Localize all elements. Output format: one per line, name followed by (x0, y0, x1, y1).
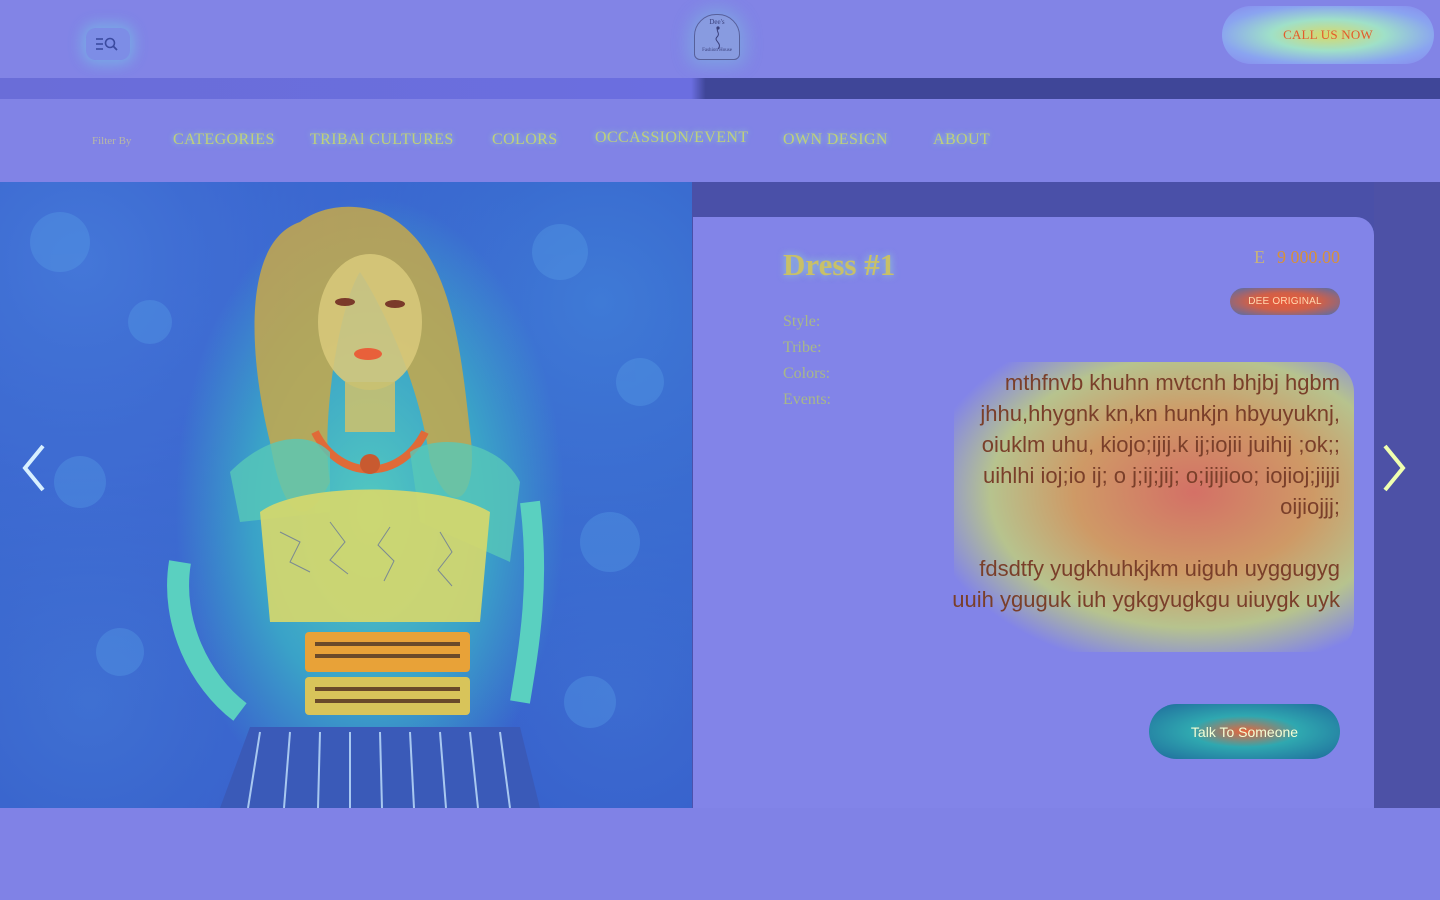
chevron-left-icon (22, 444, 45, 492)
product-description: mthfnvb khuhn mvtcnh bhjbj hgbm jhhu,hhy… (950, 367, 1340, 646)
product-title: Dress #1 (783, 247, 896, 282)
site-logo[interactable]: Dee's Fashion House (694, 14, 740, 60)
page-footer (0, 808, 1440, 900)
logo-figure-icon (715, 26, 720, 50)
nav-own-design[interactable]: OWN DESIGN (779, 129, 892, 151)
nav-colors[interactable]: COLORS (488, 129, 562, 151)
nav-occasion-event[interactable]: OCCASSION/EVENT (591, 127, 753, 149)
site-header: Dee's Fashion House CALL US NOW (0, 0, 1440, 78)
price-currency: E (1254, 247, 1265, 267)
talk-to-someone-button[interactable]: Talk To Someone (1149, 704, 1340, 759)
chevron-right-icon (1383, 444, 1406, 492)
filter-label: Filter By (92, 135, 132, 147)
menu-search-icon (96, 37, 118, 51)
price-value: 9 000.00 (1277, 247, 1340, 267)
attr-style: Style: (783, 313, 821, 330)
call-us-button[interactable]: CALL US NOW (1222, 6, 1434, 64)
nav-tribal-cultures[interactable]: TRIBAl CULTURES (306, 129, 458, 151)
prev-slide-button[interactable] (14, 438, 54, 498)
attr-colors: Colors: (783, 365, 831, 382)
attr-tribe: Tribe: (783, 339, 822, 356)
filter-bar: Filter By CATEGORIES TRIBAl CULTURES COL… (0, 99, 1440, 182)
status-badge: DEE ORIGINAL (1230, 288, 1340, 315)
header-divider-strip (0, 78, 1440, 99)
product-image (0, 182, 692, 808)
product-price: E 9 000.00 (1254, 247, 1340, 268)
product-card: Dress #1 E 9 000.00 DEE ORIGINAL Style: T… (693, 217, 1374, 808)
logo-subtitle: Fashion House (702, 48, 732, 53)
nav-about[interactable]: ABOUT (929, 129, 994, 151)
menu-search-button[interactable] (86, 28, 130, 60)
dress-illustration (30, 206, 664, 808)
attr-events: Events: (783, 391, 831, 408)
description-paragraph: fdsdtfy yugkhuhkjkm uiguh uyggugyg uuih … (952, 556, 1340, 612)
next-slide-button[interactable] (1374, 438, 1414, 498)
nav-categories[interactable]: CATEGORIES (169, 129, 279, 151)
description-paragraph: mthfnvb khuhn mvtcnh bhjbj hgbm jhhu,hhy… (980, 370, 1340, 519)
